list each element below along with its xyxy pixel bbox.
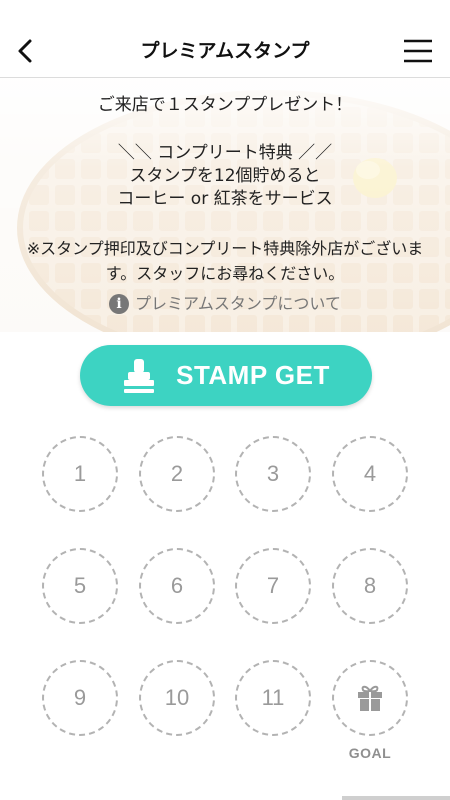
menu-button[interactable] <box>402 37 434 65</box>
intro-text: ご来店で１スタンププレゼント！ <box>97 95 353 115</box>
navigation-bar: プレミアムスタンプ <box>0 25 450 78</box>
chevron-left-icon <box>18 39 32 63</box>
gift-icon <box>358 685 382 711</box>
stamp-slot: 8 <box>332 548 408 624</box>
status-bar <box>0 0 450 25</box>
goal-slot <box>332 660 408 736</box>
notice-text: ※スタンプ押印及びコンプリート特典除外店がございます。スタッフにお尋ねください。 <box>26 239 424 283</box>
stamp-slot: 6 <box>139 548 215 624</box>
stamp-slot: 2 <box>139 436 215 512</box>
info-panel: ご来店で１スタンププレゼント！ ＼＼ コンプリート特典 ／／ スタンプを12個貯… <box>0 78 450 332</box>
complete-bonus-line-2: コーヒー or 紅茶をサービス <box>117 189 333 209</box>
stamp-icon <box>124 358 155 393</box>
stamp-get-label: STAMP GET <box>176 360 330 390</box>
stamp-slot: 9 <box>42 660 118 736</box>
goal-label: GOAL <box>348 745 392 761</box>
scroll-indicator <box>342 796 450 800</box>
about-premium-stamp-label: プレミアムスタンプについて <box>135 294 341 313</box>
stamp-slot: 10 <box>139 660 215 736</box>
complete-bonus-line-1: スタンプを12個貯めると <box>129 166 321 186</box>
stamp-slot: 11 <box>235 660 311 736</box>
stamp-slot: 5 <box>42 548 118 624</box>
stamp-slot: 1 <box>42 436 118 512</box>
stamp-slot: 4 <box>332 436 408 512</box>
hamburger-menu-icon <box>404 39 432 63</box>
complete-bonus-heading: ＼＼ コンプリート特典 ／／ <box>117 143 333 163</box>
info-icon: i <box>109 294 130 314</box>
page-title: プレミアムスタンプ <box>140 40 310 62</box>
stamp-slot: 3 <box>235 436 311 512</box>
stamp-slot: 7 <box>235 548 311 624</box>
complete-bonus-text: ＼＼ コンプリート特典 ／／ スタンプを12個貯めると コーヒー or 紅茶をサ… <box>0 142 450 211</box>
about-premium-stamp-link[interactable]: i プレミアムスタンプについて <box>0 293 450 315</box>
back-button[interactable] <box>10 35 42 67</box>
stamp-get-button[interactable]: STAMP GET <box>80 345 372 406</box>
